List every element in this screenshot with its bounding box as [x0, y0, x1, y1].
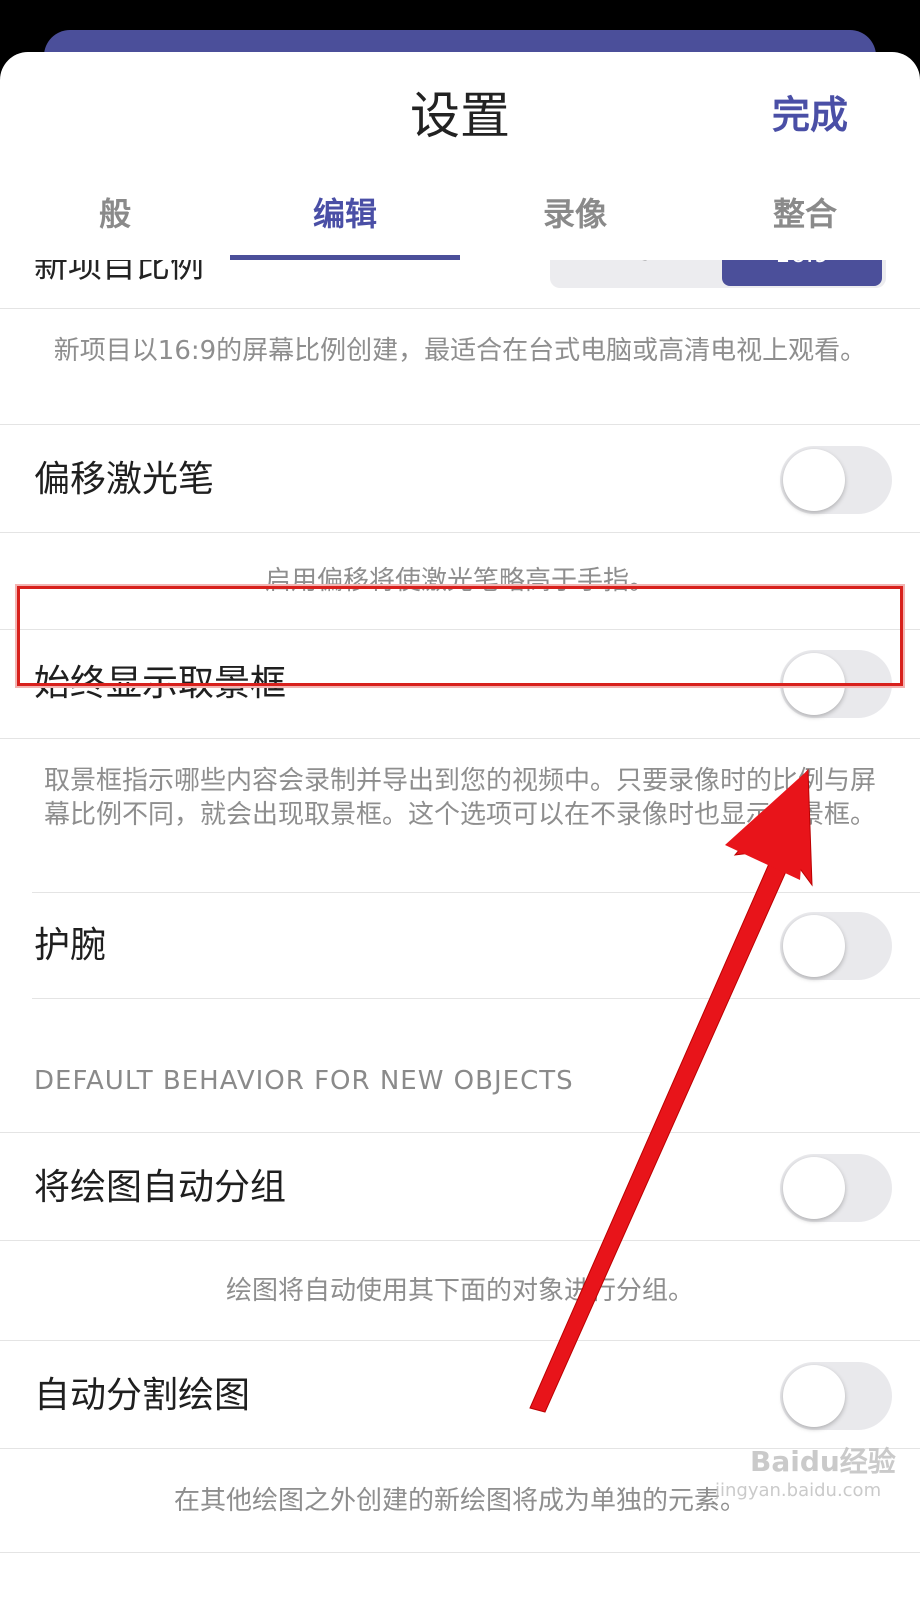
auto-group-toggle[interactable] — [780, 1154, 892, 1222]
auto-split-toggle[interactable] — [780, 1362, 892, 1430]
aspect-option-4-3[interactable]: 4:3 — [550, 260, 718, 288]
toggle-knob — [783, 1157, 845, 1219]
divider — [32, 892, 920, 893]
aspect-option-16-9[interactable]: 16:9 — [722, 260, 882, 286]
divider — [0, 1132, 920, 1133]
auto-group-label: 将绘图自动分组 — [34, 1167, 287, 1208]
toggle-knob — [783, 1365, 845, 1427]
watermark-url: jingyan.baidu.com — [715, 1480, 882, 1501]
divider — [0, 738, 920, 739]
annotation-highlight-box — [17, 586, 903, 686]
aspect-ratio-description: 新项目以16:9的屏幕比例创建，最适合在台式电脑或高清电视上观看。 — [53, 336, 867, 366]
divider — [32, 998, 920, 999]
tab-bar: 般 编辑 录像 整合 — [0, 182, 920, 262]
divider — [0, 1552, 920, 1553]
divider — [0, 1240, 920, 1241]
tab-integration[interactable]: 整合 — [690, 182, 920, 262]
auto-group-description: 绘图将自动使用其下面的对象进行分组。 — [225, 1276, 694, 1306]
auto-split-label: 自动分割绘图 — [34, 1375, 251, 1416]
toggle-knob — [783, 915, 845, 977]
divider — [0, 532, 920, 533]
offset-laser-label: 偏移激光笔 — [34, 459, 215, 500]
wrist-guard-toggle[interactable] — [780, 912, 892, 980]
section-header-new-objects: DEFAULT BEHAVIOR FOR NEW OBJECTS — [34, 1066, 574, 1096]
tab-general[interactable]: 般 — [0, 182, 230, 262]
always-show-frame-description: 取景框指示哪些内容会录制并导出到您的视频中。只要录像时的比例与屏幕比例不同，就会… — [43, 766, 876, 830]
settings-sheet: 设置 完成 般 编辑 录像 整合 新项目比例 4:3 16:9 新项目以16:9… — [0, 52, 920, 1600]
divider — [0, 424, 920, 425]
divider — [0, 1340, 920, 1341]
toggle-knob — [783, 449, 845, 511]
aspect-ratio-label: 新项目比例 — [34, 260, 204, 286]
aspect-ratio-row: 新项目比例 4:3 16:9 — [0, 260, 920, 310]
divider — [0, 308, 920, 309]
wrist-guard-label: 护腕 — [34, 925, 107, 966]
done-button[interactable]: 完成 — [772, 90, 848, 140]
tab-edit[interactable]: 编辑 — [230, 182, 460, 262]
tab-recording[interactable]: 录像 — [460, 182, 690, 262]
aspect-ratio-segmented-control[interactable]: 4:3 16:9 — [550, 260, 886, 288]
watermark-logo: Baidu经验 — [750, 1445, 896, 1478]
offset-laser-toggle[interactable] — [780, 446, 892, 514]
